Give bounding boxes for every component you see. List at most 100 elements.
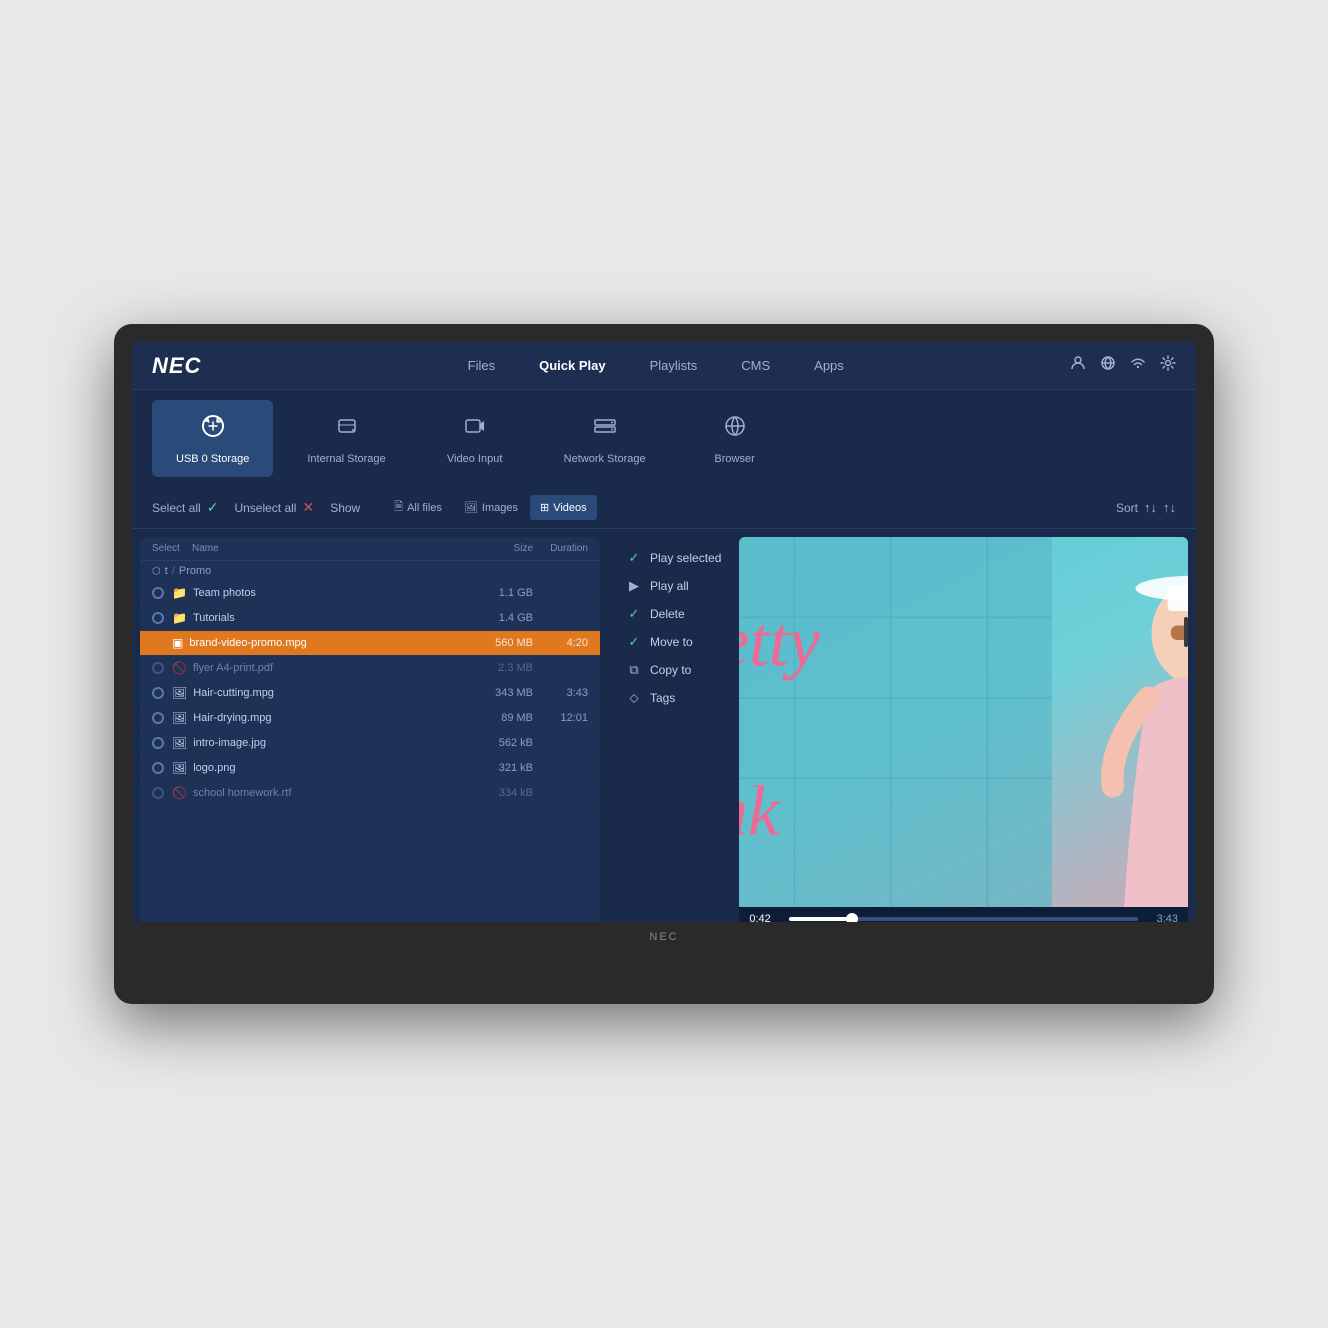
filter-group: 🗎 All files 🖼 Images ⊞ Videos xyxy=(384,495,596,520)
filter-images-btn[interactable]: 🖼 Images xyxy=(454,495,528,520)
file-select-radio[interactable] xyxy=(152,737,164,749)
file-name: Tutorials xyxy=(193,612,463,624)
video-preview-panel: Pretty in Pink xyxy=(739,529,1196,922)
unselect-all-icon: ✕ xyxy=(302,499,314,516)
file-select-radio[interactable] xyxy=(152,587,164,599)
browser-label: Browser xyxy=(714,453,754,465)
file-select-radio[interactable] xyxy=(152,612,164,624)
video-progress-bar[interactable] xyxy=(789,917,1138,921)
delete-icon: ✓ xyxy=(626,606,642,622)
file-select-radio[interactable] xyxy=(152,762,164,774)
video-thumbnail: Pretty in Pink xyxy=(739,537,1188,907)
play-all-label: Play all xyxy=(650,579,689,593)
internal-icon xyxy=(333,412,361,447)
copy-to-label: Copy to xyxy=(650,663,691,677)
settings-icon[interactable] xyxy=(1160,355,1176,376)
play-selected-btn[interactable]: ✓ Play selected xyxy=(618,545,729,571)
select-all-btn[interactable]: Select all ✓ xyxy=(152,499,218,516)
sort-asc-icon[interactable]: ↑↓ xyxy=(1144,500,1157,515)
breadcrumb: ⬡ t / Promo xyxy=(140,561,600,581)
col-select-header: Select xyxy=(152,543,192,554)
file-row-dimmed[interactable]: 🚫 school homework.rtf 334 kB xyxy=(140,781,600,806)
file-row[interactable]: 🖼 Hair-drying.mpg 89 MB 12:01 xyxy=(140,706,600,731)
copy-icon: ⧉ xyxy=(626,662,642,678)
tv-stand-label: NEC xyxy=(132,928,1196,946)
file-row[interactable]: 📁 Team photos 1.1 GB xyxy=(140,581,600,606)
file-name-selected: brand-video-promo.mpg xyxy=(189,637,463,649)
file-row-dimmed[interactable]: 🚫 flyer A4-print.pdf 2.3 MB xyxy=(140,656,600,681)
unselect-all-btn[interactable]: Unselect all ✕ xyxy=(234,499,314,516)
tags-label: Tags xyxy=(650,691,675,705)
breadcrumb-t: t xyxy=(165,565,168,577)
file-list-header: Select Name Size Duration xyxy=(140,537,600,561)
storage-usb[interactable]: USB 0 Storage xyxy=(152,400,273,477)
folder-icon: 📁 xyxy=(172,611,187,625)
tags-btn[interactable]: ⬦ Tags xyxy=(618,685,729,711)
file-duration-selected: 4:20 xyxy=(533,637,588,649)
nav-playlists[interactable]: Playlists xyxy=(642,354,706,377)
file-select-radio[interactable] xyxy=(152,712,164,724)
storage-video-input[interactable]: Video Input xyxy=(420,400,530,477)
select-all-label: Select all xyxy=(152,501,201,515)
col-name-header: Name xyxy=(192,543,463,554)
file-row[interactable]: 📁 Tutorials 1.4 GB xyxy=(140,606,600,631)
filter-videos-btn[interactable]: ⊞ Videos xyxy=(530,495,597,520)
video-progress-thumb[interactable] xyxy=(846,913,858,922)
network-label: Network Storage xyxy=(564,453,646,465)
nav-apps[interactable]: Apps xyxy=(806,354,852,377)
filter-all-btn[interactable]: 🗎 All files xyxy=(384,495,452,520)
file-name: school homework.rtf xyxy=(193,787,463,799)
copy-to-btn[interactable]: ⧉ Copy to xyxy=(618,657,729,683)
nav-cms[interactable]: CMS xyxy=(733,354,778,377)
storage-network[interactable]: Network Storage xyxy=(540,400,670,477)
image-file-icon: 🖼 xyxy=(172,736,187,750)
file-icon-filter: 🗎 xyxy=(394,498,403,517)
select-all-icon: ✓ xyxy=(207,499,219,516)
user-icon[interactable] xyxy=(1070,355,1086,376)
file-select-radio[interactable] xyxy=(152,787,164,799)
wifi-icon[interactable] xyxy=(1130,355,1146,376)
tags-icon: ⬦ xyxy=(626,690,642,706)
file-row[interactable]: 🖼 logo.png 321 kB xyxy=(140,756,600,781)
storage-internal[interactable]: Internal Storage xyxy=(283,400,409,477)
sort-desc-icon[interactable]: ↑↓ xyxy=(1163,500,1176,515)
image-file-icon: 🖼 xyxy=(172,761,187,775)
file-size-selected: 560 MB xyxy=(463,637,533,649)
move-to-btn[interactable]: ✓ Move to xyxy=(618,629,729,655)
globe-icon[interactable] xyxy=(1100,355,1116,376)
tv-display: NEC Files Quick Play Playlists CMS Apps xyxy=(114,324,1214,1004)
file-name: logo.png xyxy=(193,762,463,774)
video-file-icon: 🖼 xyxy=(172,686,187,700)
file-size: 1.4 GB xyxy=(463,612,533,624)
play-selected-label: Play selected xyxy=(650,551,721,565)
file-select-radio[interactable] xyxy=(152,662,164,674)
tv-edge-indicator xyxy=(1184,617,1188,647)
blocked-icon: 🚫 xyxy=(172,661,187,675)
video-file-icon: ▣ xyxy=(172,636,183,650)
video-icon-filter: ⊞ xyxy=(540,501,549,514)
file-name: Hair-cutting.mpg xyxy=(193,687,463,699)
delete-btn[interactable]: ✓ Delete xyxy=(618,601,729,627)
sort-label: Sort xyxy=(1116,501,1138,515)
folder-icon: 📁 xyxy=(172,586,187,600)
svg-text:Pink: Pink xyxy=(739,773,781,851)
file-select-radio-checked[interactable] xyxy=(152,637,164,649)
file-row[interactable]: 🖼 intro-image.jpg 562 kB xyxy=(140,731,600,756)
file-row[interactable]: 🖼 Hair-cutting.mpg 343 MB 3:43 xyxy=(140,681,600,706)
play-all-btn[interactable]: ▶ Play all xyxy=(618,573,729,599)
nec-logo: NEC xyxy=(152,353,201,379)
header-bar: NEC Files Quick Play Playlists CMS Apps xyxy=(132,342,1196,390)
sort-group: Sort ↑↓ ↑↓ xyxy=(1116,500,1176,515)
storage-browser[interactable]: Browser xyxy=(680,400,790,477)
file-list-container: Select Name Size Duration ⬡ t / Promo 📁 … xyxy=(140,537,600,922)
play-all-icon: ▶ xyxy=(626,578,642,594)
file-select-radio[interactable] xyxy=(152,687,164,699)
file-row-selected[interactable]: ▣ brand-video-promo.mpg 560 MB 4:20 xyxy=(140,631,600,656)
nav-files[interactable]: Files xyxy=(460,354,503,377)
file-name: Hair-drying.mpg xyxy=(193,712,463,724)
file-name: flyer A4-print.pdf xyxy=(193,662,463,674)
usb-icon xyxy=(199,412,227,447)
nav-quick-play[interactable]: Quick Play xyxy=(531,354,613,377)
file-size: 562 kB xyxy=(463,737,533,749)
breadcrumb-promo: Promo xyxy=(179,565,211,577)
